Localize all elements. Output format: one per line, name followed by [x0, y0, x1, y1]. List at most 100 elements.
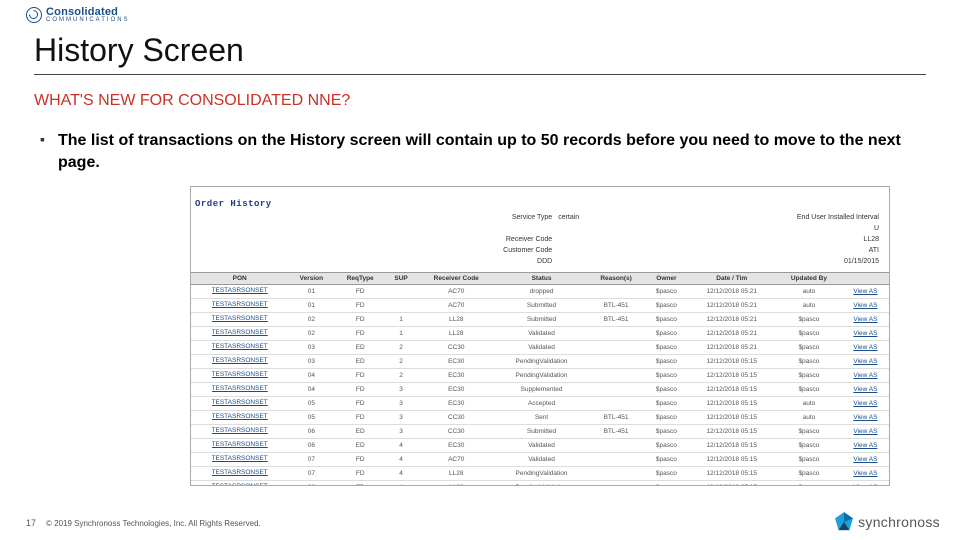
- table-cell: 2: [386, 341, 416, 355]
- table-cell: 3: [386, 397, 416, 411]
- screenshot-scroll[interactable]: Order History Service TypecertainEnd Use…: [191, 187, 889, 485]
- view-link[interactable]: View AS: [853, 372, 877, 379]
- pon-link[interactable]: TESTASRSONSET: [212, 399, 268, 406]
- table-cell: $pasco: [645, 439, 687, 453]
- table-cell: View AS: [842, 425, 889, 439]
- table-header: Owner: [645, 273, 687, 285]
- page-number: 17: [26, 518, 36, 528]
- pon-link[interactable]: TESTASRSONSET: [212, 357, 268, 364]
- table-cell: ED: [334, 355, 386, 369]
- meta-row: DDD01/15/2015: [193, 257, 887, 266]
- table-cell: PendingValidation: [496, 467, 587, 481]
- globe-icon: [26, 7, 42, 23]
- pon-link[interactable]: TESTASRSONSET: [212, 427, 268, 434]
- synchronoss-word: synchronoss: [858, 514, 940, 530]
- meta-key2: ATI: [583, 246, 881, 255]
- view-link[interactable]: View AS: [853, 428, 877, 435]
- table-cell: 12/12/2018 05:15: [687, 369, 776, 383]
- table-cell: 12/12/2018 05:15: [687, 383, 776, 397]
- table-cell: CC30: [416, 411, 496, 425]
- table-cell: TESTASRSONSET: [191, 467, 288, 481]
- table-header: Version: [288, 273, 334, 285]
- view-link[interactable]: View AS: [853, 470, 877, 477]
- pon-link[interactable]: TESTASRSONSET: [212, 469, 268, 476]
- table-header: [842, 273, 889, 285]
- table-cell: EC30: [416, 439, 496, 453]
- table-cell: [587, 285, 646, 299]
- table-cell: $pasco: [645, 369, 687, 383]
- table-cell: 07: [288, 467, 334, 481]
- meta-row: Service TypecertainEnd User Installed In…: [193, 213, 887, 222]
- table-cell: Validated: [496, 439, 587, 453]
- table-cell: $pasco: [776, 453, 842, 467]
- table-cell: TESTASRSONSET: [191, 285, 288, 299]
- table-cell: View AS: [842, 383, 889, 397]
- table-cell: 12/12/2018 05:15: [687, 439, 776, 453]
- meta-key: Receiver Code: [193, 235, 554, 244]
- table-cell: $pasco: [776, 313, 842, 327]
- view-link[interactable]: View AS: [853, 288, 877, 295]
- view-link[interactable]: View AS: [853, 358, 877, 365]
- table-cell: FD: [334, 299, 386, 313]
- table-cell: TESTASRSONSET: [191, 411, 288, 425]
- table-cell: Supplemented: [496, 383, 587, 397]
- table-cell: FD: [334, 313, 386, 327]
- view-link[interactable]: View AS: [853, 484, 877, 485]
- table-cell: FD: [334, 383, 386, 397]
- copyright: © 2019 Synchronoss Technologies, Inc. Al…: [46, 519, 261, 528]
- table-cell: View AS: [842, 285, 889, 299]
- table-cell: TESTASRSONSET: [191, 369, 288, 383]
- table-header: SUP: [386, 273, 416, 285]
- pon-link[interactable]: TESTASRSONSET: [212, 315, 268, 322]
- view-link[interactable]: View AS: [853, 414, 877, 421]
- table-header: PON: [191, 273, 288, 285]
- view-link[interactable]: View AS: [853, 330, 877, 337]
- table-cell: 07: [288, 453, 334, 467]
- pon-link[interactable]: TESTASRSONSET: [212, 441, 268, 448]
- pon-link[interactable]: TESTASRSONSET: [212, 301, 268, 308]
- table-row: TESTASRSONSET02FD1LL28Validated$pasco12/…: [191, 327, 889, 341]
- table-cell: [386, 285, 416, 299]
- table-cell: CC30: [416, 341, 496, 355]
- table-row: TESTASRSONSET01FDAC70SubmittedBTL-451$pa…: [191, 299, 889, 313]
- table-cell: $pasco: [645, 327, 687, 341]
- pon-link[interactable]: TESTASRSONSET: [212, 455, 268, 462]
- view-link[interactable]: View AS: [853, 400, 877, 407]
- table-cell: 03: [288, 341, 334, 355]
- table-cell: 12/12/2018 05:21: [687, 313, 776, 327]
- pon-link[interactable]: TESTASRSONSET: [212, 385, 268, 392]
- view-link[interactable]: View AS: [853, 442, 877, 449]
- meta-key2: 01/15/2015: [583, 257, 881, 266]
- view-link[interactable]: View AS: [853, 302, 877, 309]
- table-cell: auto: [776, 285, 842, 299]
- table-cell: View AS: [842, 355, 889, 369]
- view-link[interactable]: View AS: [853, 316, 877, 323]
- table-cell: TESTASRSONSET: [191, 299, 288, 313]
- view-link[interactable]: View AS: [853, 456, 877, 463]
- view-link[interactable]: View AS: [853, 386, 877, 393]
- meta-val2: [883, 257, 887, 266]
- table-cell: View AS: [842, 467, 889, 481]
- table-cell: FD: [334, 481, 386, 486]
- table-cell: EC30: [416, 397, 496, 411]
- table-cell: 08: [288, 481, 334, 486]
- pon-link[interactable]: TESTASRSONSET: [212, 287, 268, 294]
- table-row: TESTASRSONSET03ED2CC30Validated$pasco12/…: [191, 341, 889, 355]
- pon-link[interactable]: TESTASRSONSET: [212, 413, 268, 420]
- pon-link[interactable]: TESTASRSONSET: [212, 371, 268, 378]
- meta-val2: [883, 213, 887, 222]
- meta-val2: [883, 224, 887, 233]
- meta-val: [556, 246, 581, 255]
- table-cell: View AS: [842, 481, 889, 486]
- pon-link[interactable]: TESTASRSONSET: [212, 329, 268, 336]
- table-cell: auto: [776, 411, 842, 425]
- pon-link[interactable]: TESTASRSONSET: [212, 483, 268, 485]
- table-cell: $pasco: [776, 383, 842, 397]
- pon-link[interactable]: TESTASRSONSET: [212, 343, 268, 350]
- table-cell: [587, 369, 646, 383]
- table-cell: auto: [776, 397, 842, 411]
- synchronoss-logo: synchronoss: [835, 512, 940, 532]
- table-cell: 1: [386, 327, 416, 341]
- table-cell: 4: [386, 467, 416, 481]
- view-link[interactable]: View AS: [853, 344, 877, 351]
